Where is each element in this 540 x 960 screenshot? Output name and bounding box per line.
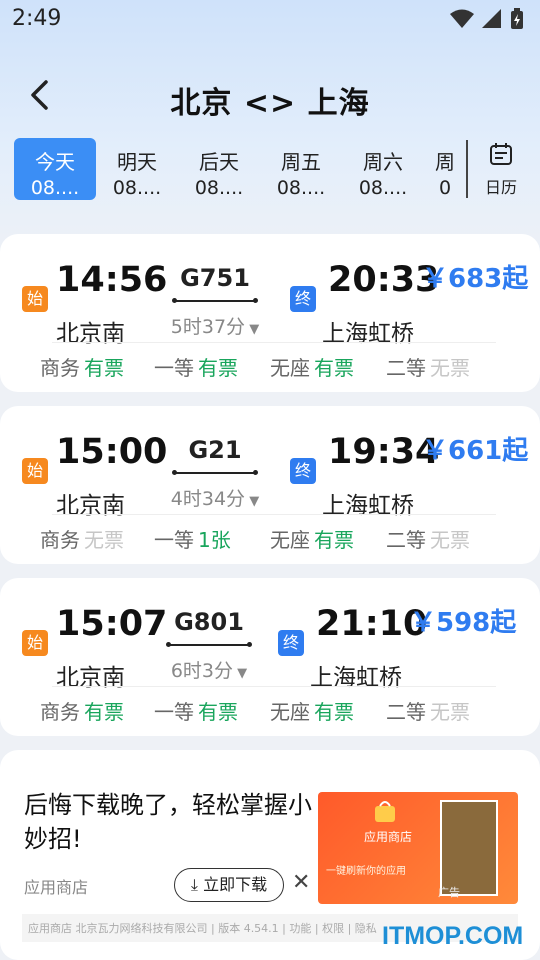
download-button[interactable]: ⤓ 立即下载 xyxy=(174,868,284,902)
date-tab-sunday[interactable]: 周 0 xyxy=(424,138,466,200)
ad-photo xyxy=(440,800,498,896)
calendar-icon xyxy=(490,143,512,165)
seat-standing: 无座 有票 xyxy=(270,700,354,724)
seat-standing: 无座 有票 xyxy=(270,356,354,380)
departure-time: 14:56 xyxy=(56,260,168,300)
seat-standing: 无座 有票 xyxy=(270,528,354,552)
date-tab-today[interactable]: 今天 08.... xyxy=(14,138,96,200)
signal-icon xyxy=(482,9,501,28)
date-tab-friday[interactable]: 周五 08.... xyxy=(260,138,342,200)
price: ￥598起 xyxy=(410,608,517,638)
start-station-tag: 始 xyxy=(22,286,48,312)
start-station-tag: 始 xyxy=(22,458,48,484)
end-station-tag: 终 xyxy=(290,458,316,484)
status-bar: 2:49 xyxy=(0,0,540,36)
date-tab-saturday[interactable]: 周六 08.... xyxy=(342,138,424,200)
date-tabs: 今天 08.... 明天 08.... 后天 08.... 周五 08.... … xyxy=(0,136,540,202)
date-tab-day-after[interactable]: 后天 08.... xyxy=(178,138,260,200)
end-station-tag: 终 xyxy=(290,286,316,312)
seat-first-class: 一等 有票 xyxy=(154,356,238,380)
departure-time: 15:00 xyxy=(56,432,168,472)
calendar-button[interactable]: 日历 xyxy=(474,142,528,198)
date-tab-tomorrow[interactable]: 明天 08.... xyxy=(96,138,178,200)
train-number: G801 xyxy=(174,608,244,636)
battery-icon xyxy=(511,8,523,29)
route-line xyxy=(172,470,258,475)
duration[interactable]: 6时3分 ▼ xyxy=(154,656,264,683)
divider xyxy=(466,140,468,198)
page-title: 北京 <> 上海 xyxy=(170,86,370,121)
train-number: G21 xyxy=(188,436,242,464)
close-icon[interactable]: ✕ xyxy=(292,870,310,895)
price: ￥661起 xyxy=(422,436,529,466)
status-time: 2:49 xyxy=(12,6,62,31)
ad-text: 后悔下载晚了，轻松掌握小妙招! xyxy=(24,791,312,853)
download-icon: ⤓ xyxy=(190,875,198,894)
end-station-tag: 终 xyxy=(278,630,304,656)
wifi-icon xyxy=(450,9,474,28)
route-line xyxy=(166,642,252,647)
ad-source: 应用商店 xyxy=(24,878,89,897)
train-card[interactable]: 始 14:56 G751 5时37分 ▼ 终 20:33 ￥683起 北京南 上… xyxy=(0,234,540,392)
seat-business: 商务 有票 xyxy=(40,356,124,380)
seat-business: 商务 无票 xyxy=(40,528,124,552)
duration[interactable]: 5时37分 ▼ xyxy=(160,312,270,339)
seat-first-class: 一等 有票 xyxy=(154,700,238,724)
train-number: G751 xyxy=(180,264,250,292)
price: ￥683起 xyxy=(422,264,529,294)
start-station-tag: 始 xyxy=(22,630,48,656)
seat-first-class: 一等 1张 xyxy=(154,528,231,552)
seat-second-class: 二等 无票 xyxy=(386,528,470,552)
duration[interactable]: 4时34分 ▼ xyxy=(160,484,270,511)
header: 北京 <> 上海 xyxy=(0,68,540,128)
seat-second-class: 二等 无票 xyxy=(386,356,470,380)
train-card[interactable]: 始 15:00 G21 4时34分 ▼ 终 19:34 ￥661起 北京南 上海… xyxy=(0,406,540,564)
route-line xyxy=(172,298,258,303)
shopping-bag-icon xyxy=(375,801,395,822)
train-card[interactable]: 始 15:07 G801 6时3分 ▼ 终 21:10 ￥598起 北京南 上海… xyxy=(0,578,540,736)
departure-time: 15:07 xyxy=(56,604,168,644)
watermark: ITMOP.COM xyxy=(382,922,524,950)
seat-second-class: 二等 无票 xyxy=(386,700,470,724)
ad-image[interactable]: 应用商店 一键刷新你的应用 广告 xyxy=(318,792,518,904)
seat-business: 商务 有票 xyxy=(40,700,124,724)
